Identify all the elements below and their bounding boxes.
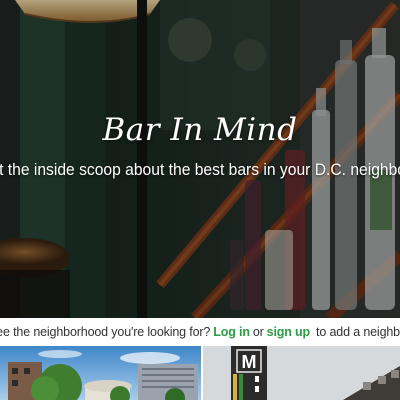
city-skyline-image	[0, 346, 201, 400]
hero-background-image	[0, 0, 400, 318]
notice-or: or	[252, 325, 264, 339]
metro-station-image: M	[203, 346, 400, 400]
site-tagline: et the inside scoop about the best bars …	[0, 160, 400, 179]
site-title: Bar In Mind	[102, 112, 298, 148]
neighborhood-grid: M	[0, 346, 400, 400]
add-neighborhood-notice: Don't see the neighborhood you're lookin…	[0, 318, 400, 346]
notice-suffix: to add a neighborhood.	[316, 325, 400, 339]
svg-text:M: M	[242, 352, 257, 372]
login-link[interactable]: Log in	[213, 325, 250, 339]
neighborhood-card[interactable]	[0, 346, 201, 400]
neighborhood-card[interactable]: M	[203, 346, 400, 400]
signup-link[interactable]: sign up	[267, 325, 311, 339]
page: Bar In Mind et the inside scoop about th…	[0, 0, 400, 400]
notice-prefix: Don't see the neighborhood you're lookin…	[0, 325, 211, 339]
hero-banner: Bar In Mind et the inside scoop about th…	[0, 0, 400, 318]
